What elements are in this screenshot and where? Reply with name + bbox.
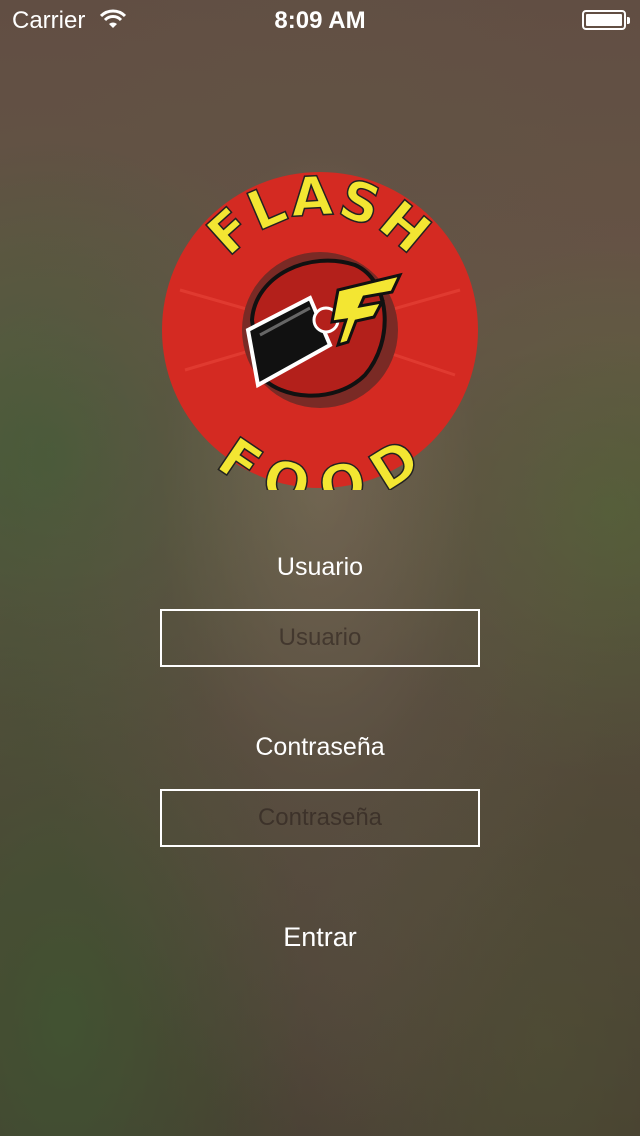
username-label: Usuario <box>276 553 364 581</box>
password-input[interactable] <box>160 789 480 847</box>
status-bar: Carrier 8:09 AM <box>0 0 640 40</box>
battery-icon <box>582 10 630 30</box>
enter-button[interactable]: Entrar <box>220 912 420 962</box>
password-label: Contraseña <box>255 733 385 761</box>
status-time: 8:09 AM <box>274 7 366 34</box>
flash-food-logo: FLASH FOOD <box>162 170 478 490</box>
username-input[interactable] <box>160 609 480 667</box>
